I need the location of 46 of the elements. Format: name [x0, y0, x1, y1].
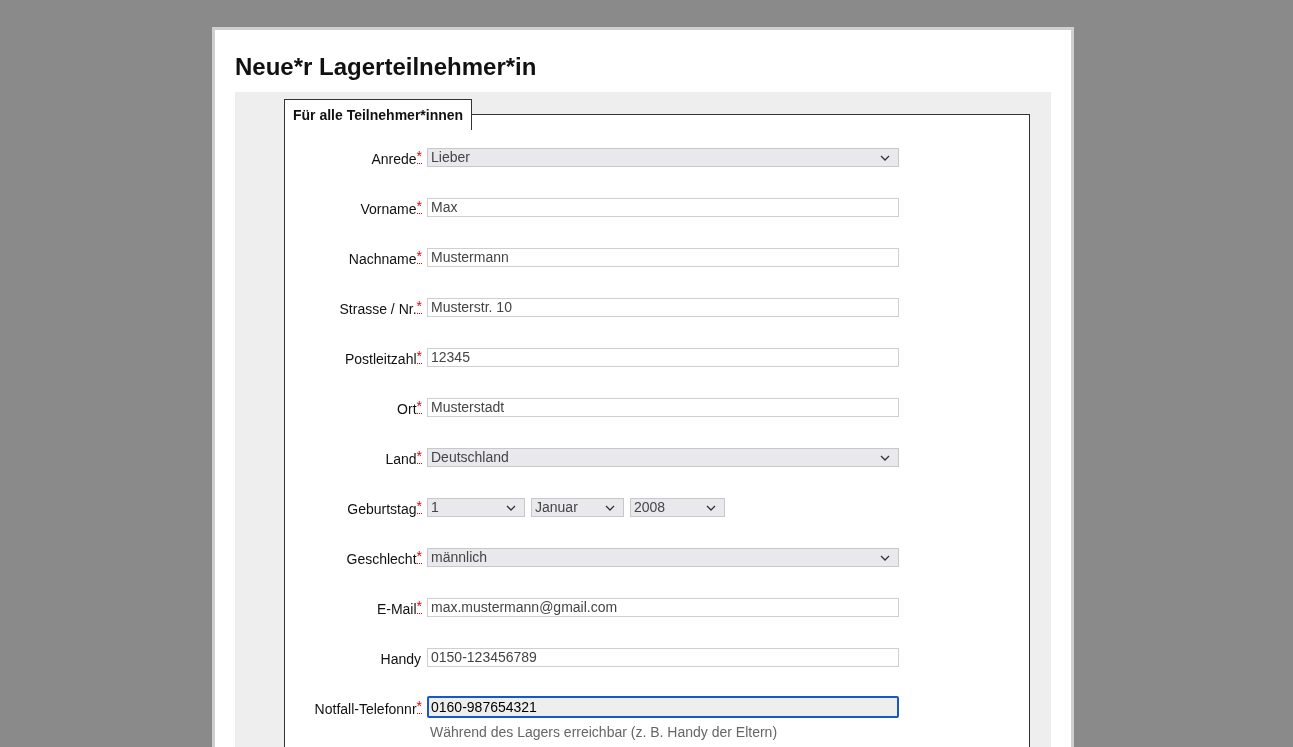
- required-mark: *: [416, 599, 422, 614]
- input-field[interactable]: 0160-987654321: [427, 696, 899, 718]
- chevron-down-icon: [605, 504, 615, 511]
- required-mark: *: [416, 499, 422, 514]
- field-label: Notfall-Telefonnr: [314, 700, 417, 719]
- input-field[interactable]: Mustermann: [427, 248, 899, 267]
- chevron-down-icon: [880, 454, 890, 461]
- page-title: Neue*r Lagerteilnehmer*in: [235, 52, 538, 82]
- field-label: E-Mail: [376, 600, 417, 619]
- chevron-down-icon: [506, 504, 516, 511]
- field-hint: Während des Lagers erreichbar (z. B. Handy der Eltern): [429, 723, 779, 742]
- fieldset-legend: Für alle Teilnehmer*innen: [284, 99, 473, 130]
- required-mark: *: [416, 149, 422, 164]
- required-mark: *: [416, 449, 422, 464]
- field-label: Strasse / Nr.: [339, 300, 417, 319]
- required-mark: *: [416, 699, 422, 714]
- select-dropdown[interactable]: 2008: [630, 498, 725, 517]
- field-label: Handy: [380, 650, 421, 669]
- select-dropdown[interactable]: Lieber: [427, 148, 899, 167]
- required-mark: *: [416, 549, 422, 564]
- field-label: Postleitzahl: [344, 350, 417, 369]
- field-label: Vorname: [360, 200, 417, 219]
- field-label: Geschlecht: [346, 550, 417, 569]
- input-field[interactable]: Musterstr. 10: [427, 298, 899, 317]
- select-dropdown[interactable]: männlich: [427, 548, 899, 567]
- select-dropdown[interactable]: 1: [427, 498, 525, 517]
- required-mark: *: [416, 199, 422, 214]
- select-dropdown[interactable]: Januar: [531, 498, 624, 517]
- required-mark: *: [416, 249, 422, 264]
- select-dropdown[interactable]: Deutschland: [427, 448, 899, 467]
- required-mark: *: [416, 349, 422, 364]
- required-mark: *: [416, 399, 422, 414]
- input-field[interactable]: Max: [427, 198, 899, 217]
- input-field[interactable]: max.mustermann@gmail.com: [427, 598, 899, 617]
- input-field[interactable]: 0150-123456789: [427, 648, 899, 667]
- chevron-down-icon: [706, 504, 716, 511]
- chevron-down-icon: [880, 554, 890, 561]
- input-field[interactable]: 12345: [427, 348, 899, 367]
- field-label: Geburtstag: [347, 500, 417, 519]
- field-label: Land: [385, 450, 417, 469]
- chevron-down-icon: [880, 154, 890, 161]
- field-label: Ort: [397, 400, 417, 419]
- field-label: Anrede: [371, 150, 417, 169]
- required-mark: *: [416, 299, 422, 314]
- field-label: Nachname: [348, 250, 417, 269]
- input-field[interactable]: Musterstadt: [427, 398, 899, 417]
